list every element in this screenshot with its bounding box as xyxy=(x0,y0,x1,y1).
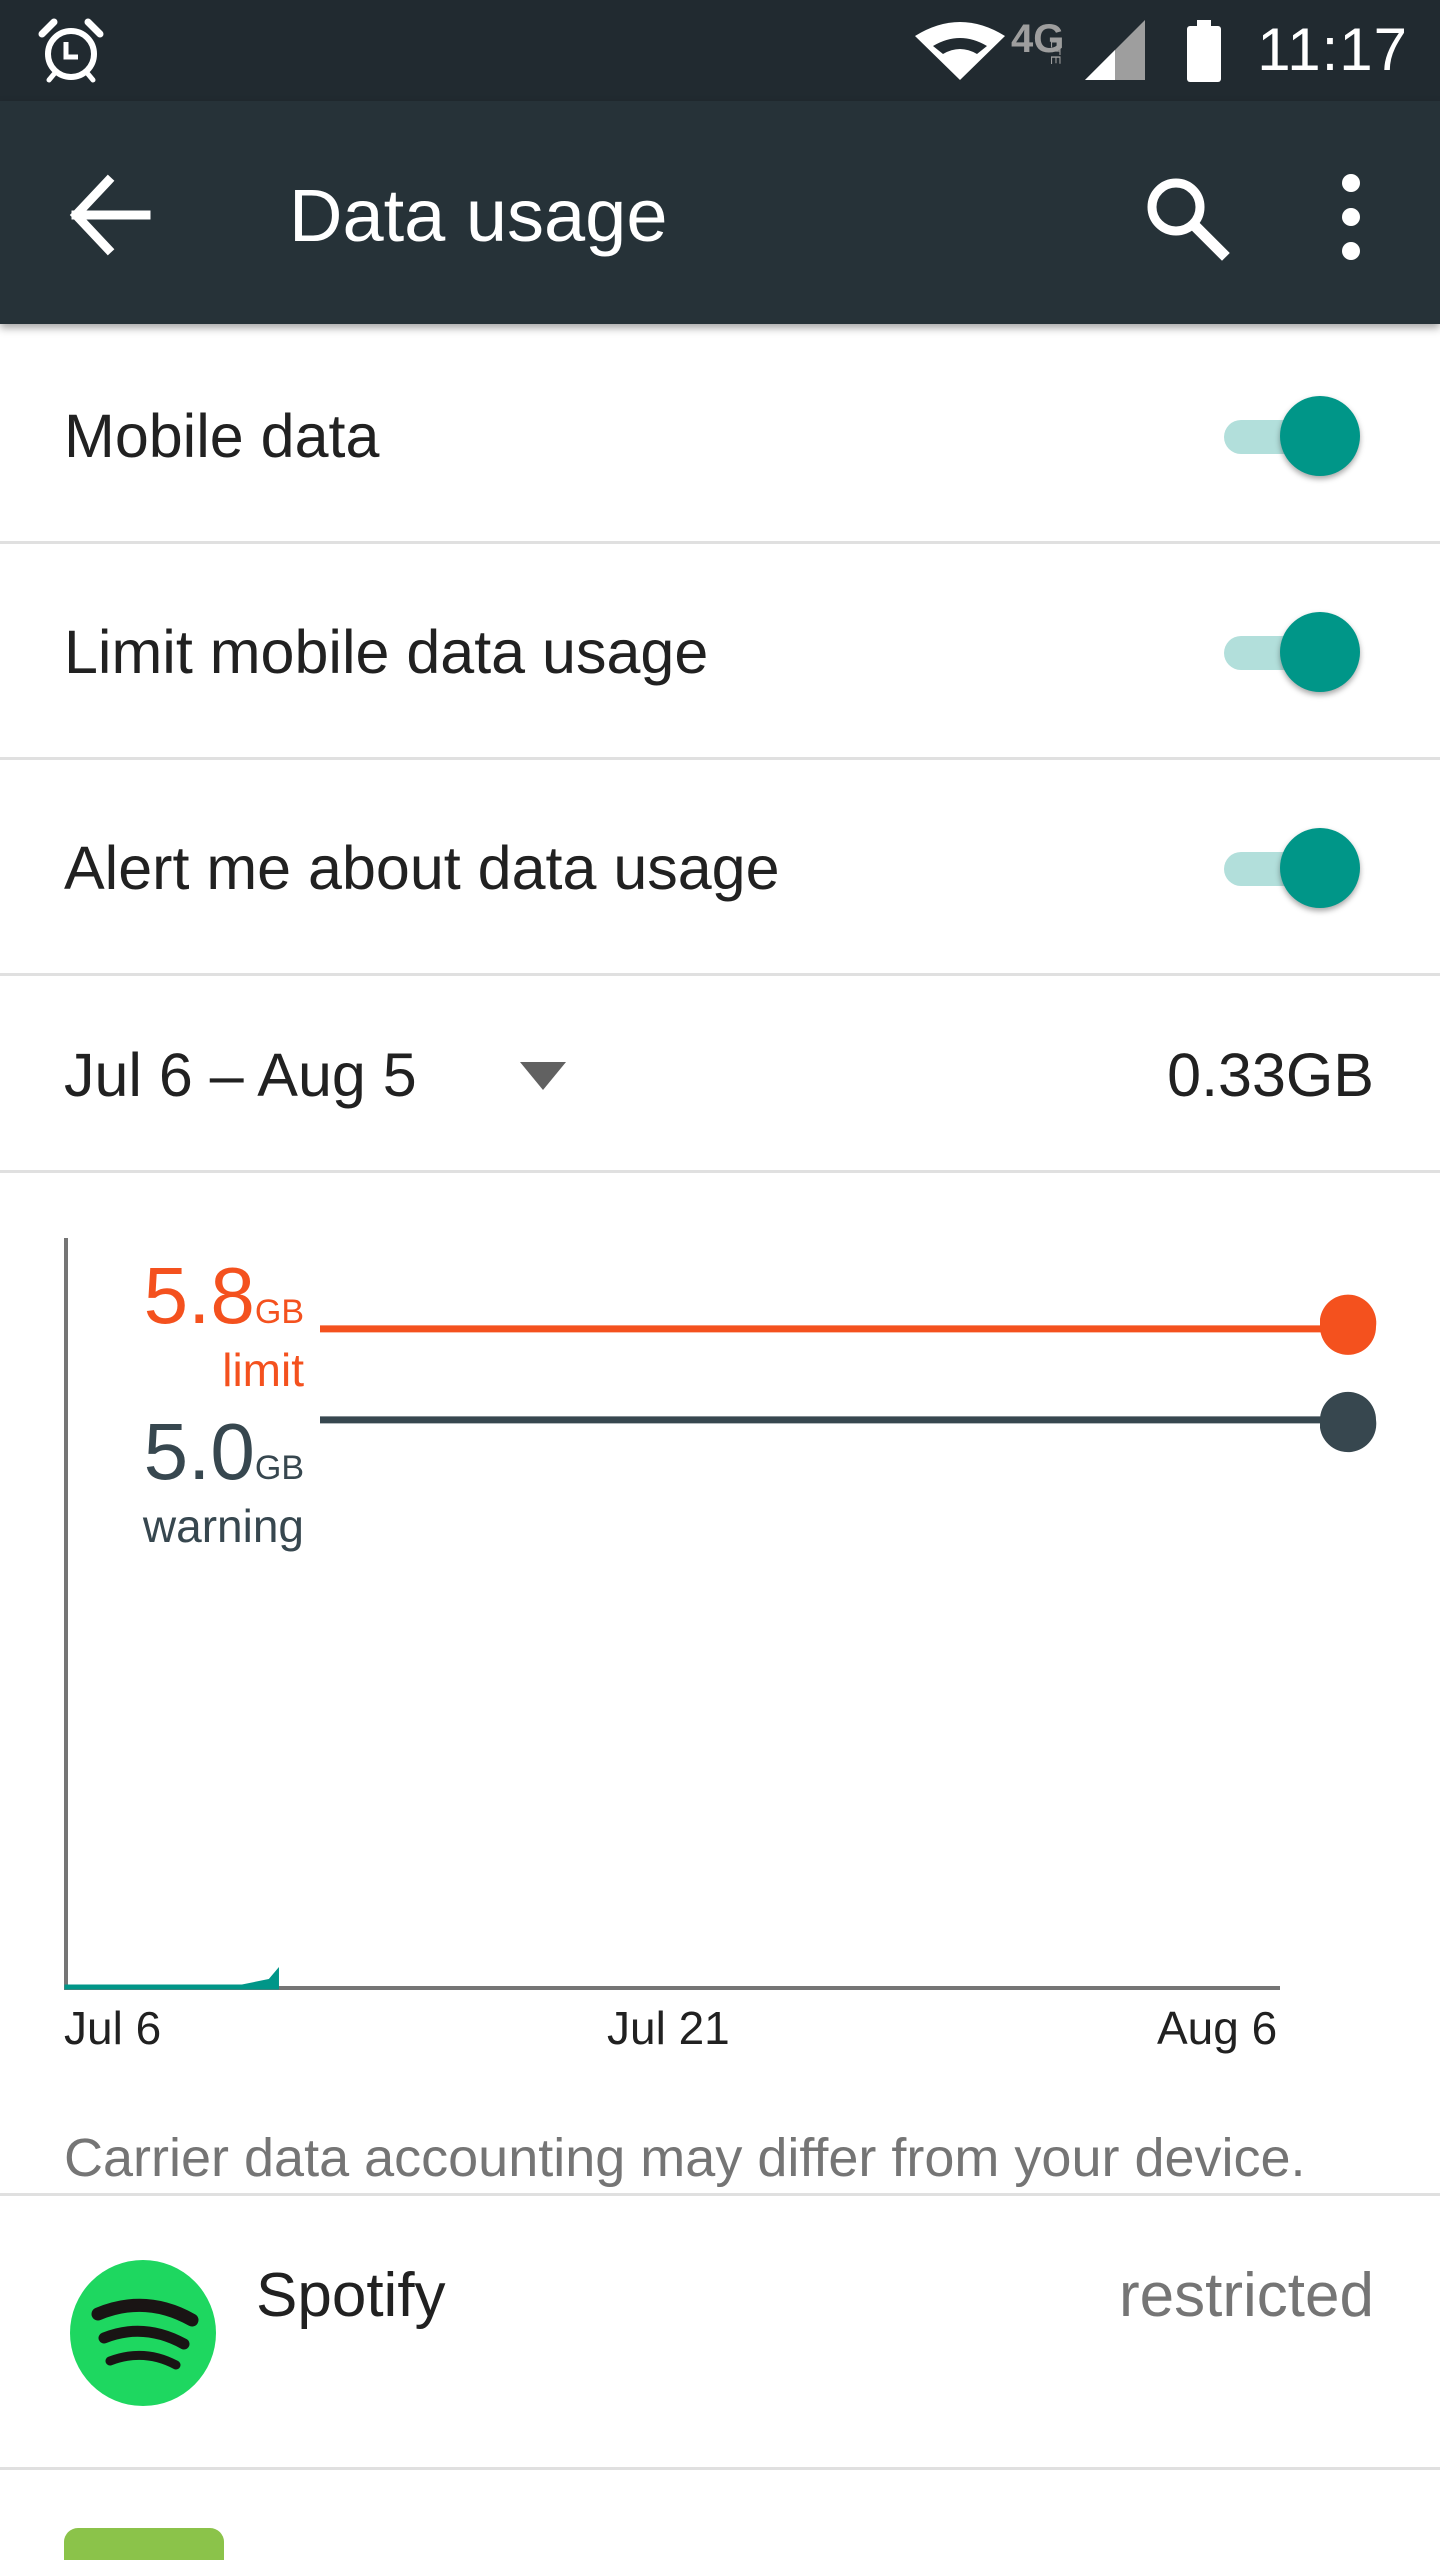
lte-icon: 4G LTE xyxy=(1011,17,1064,65)
warning-label: warning xyxy=(142,1500,304,1552)
battery-icon xyxy=(1187,20,1221,82)
x-tick-start: Jul 6 xyxy=(64,2002,162,2054)
wifi-icon xyxy=(915,22,1005,80)
mobile-data-row[interactable]: Mobile data xyxy=(0,328,1440,544)
app-icon xyxy=(64,2528,224,2560)
limit-data-row[interactable]: Limit mobile data usage xyxy=(0,544,1440,760)
limit-unit: GB xyxy=(254,1293,304,1331)
clock: 11:17 xyxy=(1257,16,1408,83)
warning-unit: GB xyxy=(254,1449,304,1487)
cycle-range[interactable]: Jul 6 – Aug 5 xyxy=(64,978,417,1173)
status-icons: 4G LTE xyxy=(915,17,1221,82)
dropdown-arrow-icon[interactable] xyxy=(520,1062,566,1092)
alert-data-row[interactable]: Alert me about data usage xyxy=(0,760,1440,976)
limit-label: limit xyxy=(222,1344,304,1396)
carrier-disclaimer: Carrier data accounting may differ from … xyxy=(64,2128,1306,2188)
app-row-next[interactable] xyxy=(0,2470,1440,2560)
app-name: Spotify xyxy=(256,2261,446,2330)
cycle-total: 0.33GB xyxy=(1167,1041,1374,1109)
x-tick-mid: Jul 21 xyxy=(607,2002,730,2054)
app-bar: Data usage xyxy=(0,101,1440,324)
mobile-data-switch[interactable] xyxy=(1218,396,1366,476)
x-tick-end: Aug 6 xyxy=(1157,2002,1278,2054)
spotify-icon xyxy=(70,2260,216,2406)
back-arrow-icon[interactable] xyxy=(64,169,156,261)
limit-value: 5.8GB xyxy=(144,1251,304,1341)
alarm-icon xyxy=(38,18,104,83)
usage-cycle-row: Jul 6 – Aug 5 0.33GB xyxy=(0,978,1440,1173)
mobile-data-label: Mobile data xyxy=(64,402,380,470)
alert-data-switch[interactable] xyxy=(1218,828,1366,908)
limit-data-label: Limit mobile data usage xyxy=(64,618,709,686)
page-title: Data usage xyxy=(289,174,668,257)
alert-data-label: Alert me about data usage xyxy=(64,834,780,902)
warning-handle[interactable] xyxy=(1320,1391,1377,1453)
warning-number: 5.0 xyxy=(143,1407,255,1496)
app-row-spotify[interactable]: Spotify restricted xyxy=(0,2196,1440,2470)
network-sublabel: LTE xyxy=(1048,40,1064,65)
switch-thumb xyxy=(1280,396,1360,476)
cell-signal-icon xyxy=(1085,20,1145,80)
app-status: restricted xyxy=(1119,2261,1374,2330)
status-bar: 4G LTE 11:17 xyxy=(0,0,1440,101)
switch-thumb xyxy=(1280,612,1360,692)
search-icon[interactable] xyxy=(1140,171,1230,261)
more-vert-icon[interactable] xyxy=(1318,167,1384,267)
limit-handle[interactable] xyxy=(1320,1294,1377,1355)
switch-thumb xyxy=(1280,828,1360,908)
usage-area xyxy=(64,1967,279,1990)
limit-number: 5.8 xyxy=(143,1251,255,1340)
warning-value: 5.0GB xyxy=(144,1407,304,1497)
limit-data-switch[interactable] xyxy=(1218,612,1366,692)
usage-chart: 5.8GB limit 5.0GB warning Jul 6 Jul 21 A… xyxy=(0,1173,1440,2053)
